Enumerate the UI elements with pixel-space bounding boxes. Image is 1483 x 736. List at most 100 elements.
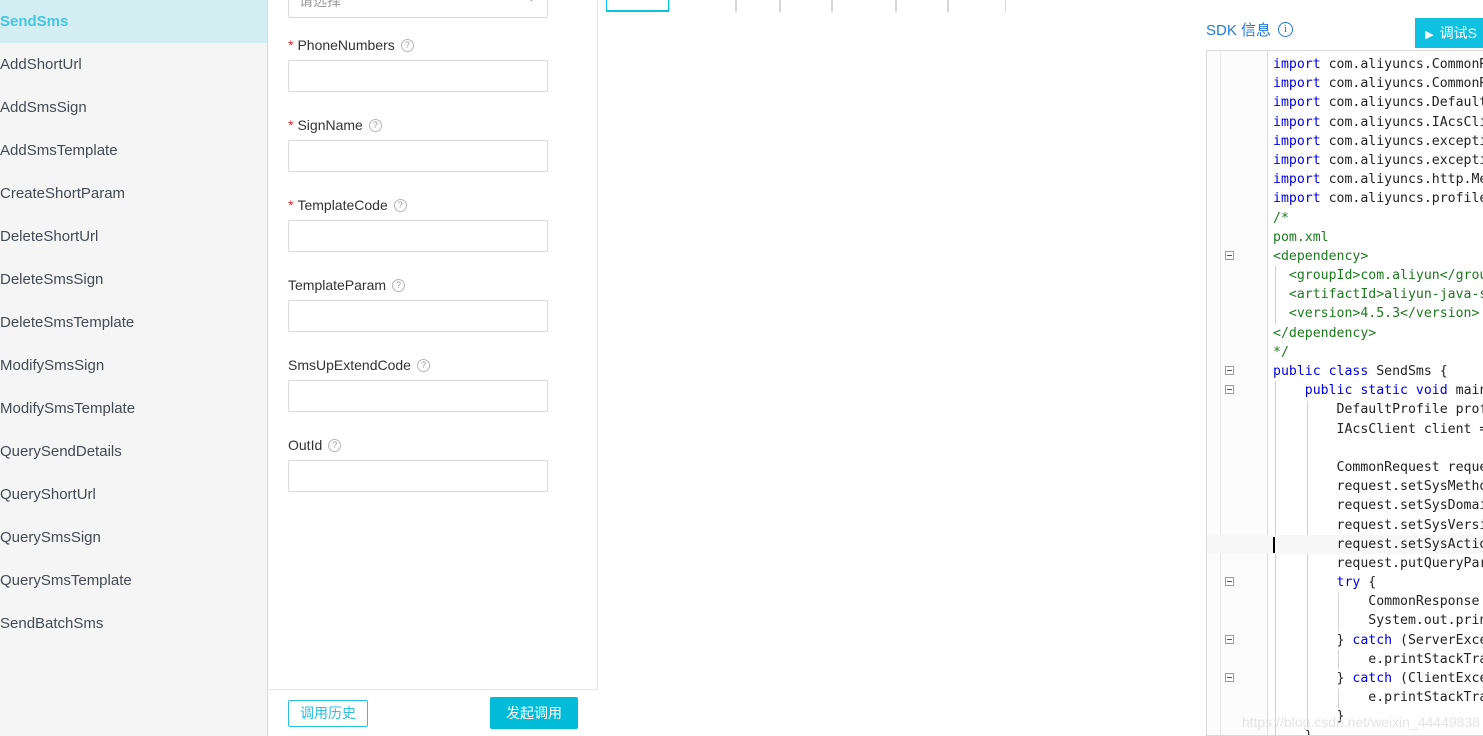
code-token: request.setSysDomain( <box>1273 498 1483 514</box>
tab-5[interactable] <box>895 0 948 12</box>
info-circle-icon[interactable]: i <box>1278 22 1294 37</box>
code-line: e.printStackTrace(); <box>1207 650 1483 669</box>
question-circle-icon[interactable]: ? <box>328 438 342 452</box>
code-fold-toggle-icon[interactable] <box>1225 673 1234 682</box>
sidebar-item-sendsms[interactable]: SendSms <box>0 0 267 43</box>
result-tabs[interactable] <box>606 0 1007 12</box>
sidebar-item-label: ModifySmsSign <box>0 357 105 374</box>
code-token: (ClientException e) { <box>1400 671 1483 686</box>
field-label: TemplateParam? <box>288 276 578 294</box>
tab-4[interactable] <box>831 0 896 12</box>
tab-1[interactable] <box>669 0 736 12</box>
sidebar-item-createshortparam[interactable]: CreateShortParam <box>0 172 267 215</box>
code-fold-toggle-icon[interactable] <box>1225 577 1234 587</box>
debug-sdk-button[interactable]: ▶ 调试S <box>1415 18 1483 48</box>
sidebar-item-queryshorturl[interactable]: QueryShortUrl <box>0 473 267 516</box>
sidebar-item-modifysmstemplate[interactable]: ModifySmsTemplate <box>0 387 267 430</box>
code-line: try { <box>1207 573 1483 592</box>
tab-0[interactable] <box>606 0 670 12</box>
sidebar-item-querysenddetails[interactable]: QuerySendDetails <box>0 430 267 473</box>
params-form: 请选择 * PhoneNumbers? * SignName? * TemplateCod… <box>268 0 598 690</box>
code-line: IAcsClient client = new DefaultAcsClient… <box>1207 420 1483 439</box>
sidebar-item-deleteshorturl[interactable]: DeleteShortUrl <box>0 215 267 258</box>
tab-3[interactable] <box>780 0 832 12</box>
sidebar-item-label: QuerySmsSign <box>0 529 101 546</box>
sidebar-item-label: AddSmsSign <box>0 99 87 116</box>
sidebar-item-label: ModifySmsTemplate <box>0 400 136 417</box>
code-token: import <box>1273 76 1321 92</box>
code-token: catch <box>1352 632 1393 648</box>
sidebar-item-modifysmssign[interactable]: ModifySmsSign <box>0 344 267 387</box>
code-fold-toggle-icon[interactable] <box>1225 385 1234 395</box>
code-line: import com.aliyuncs.http.MethodType; <box>1207 170 1483 189</box>
sidebar-item-querysmstemplate[interactable]: QuerySmsTemplate <box>0 559 267 602</box>
sdk-info-label: SDK 信息 <box>1206 22 1272 39</box>
input-outid[interactable] <box>288 460 548 492</box>
question-circle-icon[interactable]: ? <box>392 278 406 292</box>
code-line: DefaultProfile profile = DefaultProfile.… <box>1207 400 1483 419</box>
code-token: */ <box>1273 344 1289 360</box>
code-token: public class <box>1273 364 1369 379</box>
code-line: } catch (ServerException e) { <box>1207 631 1483 650</box>
api-list-sidebar[interactable]: SendSms AddShortUrl AddSmsSign AddSmsTempla… <box>0 0 268 736</box>
code-token: import <box>1273 133 1321 149</box>
code-viewer[interactable]: import com.aliyuncs.CommonRequest;import… <box>1206 50 1483 736</box>
tab-6[interactable] <box>947 0 1007 12</box>
sidebar-item-deletesmstemplate[interactable]: DeleteSmsTemplate <box>0 301 267 344</box>
tab-2[interactable] <box>735 0 781 12</box>
input-templatecode[interactable] <box>288 220 548 252</box>
required-asterisk: * <box>288 37 294 53</box>
sidebar-item-sendbatchsms[interactable]: SendBatchSms <box>0 602 267 645</box>
input-signname[interactable] <box>288 140 548 172</box>
field-label: * TemplateCode? <box>288 196 578 214</box>
question-circle-icon[interactable]: ? <box>368 118 382 132</box>
code-token: } <box>1273 632 1353 648</box>
code-fold-toggle-icon[interactable] <box>1225 634 1234 644</box>
code-line: public class SendSms { <box>1207 362 1483 381</box>
sidebar-item-label: AddSmsTemplate <box>0 142 118 159</box>
code-token: /* <box>1273 210 1289 226</box>
code-token: try <box>1336 575 1361 591</box>
code-fold-toggle-icon[interactable] <box>1225 366 1234 375</box>
sidebar-item-addsmstemplate[interactable]: AddSmsTemplate <box>0 129 267 172</box>
code-token: import <box>1273 114 1321 130</box>
region-select[interactable]: 请选择 <box>288 0 548 18</box>
code-token: <groupId>com.aliyun</groupId> <box>1288 268 1483 284</box>
region-select-placeholder: 请选择 <box>299 0 341 9</box>
play-triangle-icon: ▶ <box>1425 29 1434 41</box>
question-circle-icon[interactable]: ? <box>393 198 407 212</box>
code-line: <artifactId>aliyun-java-sdk-core</artifa… <box>1207 285 1483 304</box>
code-line: pom.xml <box>1207 228 1483 247</box>
text-cursor <box>1273 536 1275 553</box>
question-circle-icon[interactable]: ? <box>416 358 430 372</box>
sidebar-item-addsmssign[interactable]: AddSmsSign <box>0 86 267 129</box>
call-history-button[interactable]: 调用历史 <box>288 699 368 727</box>
code-line: CommonRequest request = new CommonReques… <box>1207 458 1483 477</box>
api-explorer-page: SendSms AddShortUrl AddSmsSign AddSmsTempla… <box>0 0 1483 736</box>
input-templateparam[interactable] <box>288 300 548 332</box>
sidebar-item-label: QuerySmsTemplate <box>0 572 132 589</box>
sidebar-item-label: SendSms <box>0 13 69 30</box>
field-label-text: OutId <box>288 437 323 453</box>
input-smsupextendcode[interactable] <box>288 380 548 412</box>
code-token: import <box>1273 57 1321 72</box>
code-token: com.aliyuncs.profile.DefaultProfile; <box>1328 191 1483 207</box>
sidebar-item-deletesmssign[interactable]: DeleteSmsSign <box>0 258 267 301</box>
code-line: import com.aliyuncs.exceptions.ServerExc… <box>1207 151 1483 170</box>
code-line: CommonResponse response = client.getComm… <box>1207 592 1483 611</box>
code-line: } catch (ClientException e) { <box>1207 669 1483 688</box>
code-line: <dependency> <box>1207 247 1483 266</box>
sidebar-item-label: QueryShortUrl <box>0 486 96 503</box>
initiate-call-button[interactable]: 发起调用 <box>490 697 578 729</box>
sidebar-item-querysmssign[interactable]: QuerySmsSign <box>0 516 267 559</box>
input-phonenumbers[interactable] <box>288 60 548 92</box>
sidebar-item-addshorturl[interactable]: AddShortUrl <box>0 43 267 86</box>
code-fold-toggle-icon[interactable] <box>1225 250 1234 260</box>
code-token: import <box>1273 172 1321 188</box>
code-line: System.out.println(response.getData()); <box>1207 611 1483 630</box>
code-token: com.aliyuncs.CommonResponse; <box>1328 76 1483 92</box>
code-line: import com.aliyuncs.profile.DefaultProfi… <box>1207 189 1483 208</box>
question-circle-icon[interactable]: ? <box>400 38 414 52</box>
